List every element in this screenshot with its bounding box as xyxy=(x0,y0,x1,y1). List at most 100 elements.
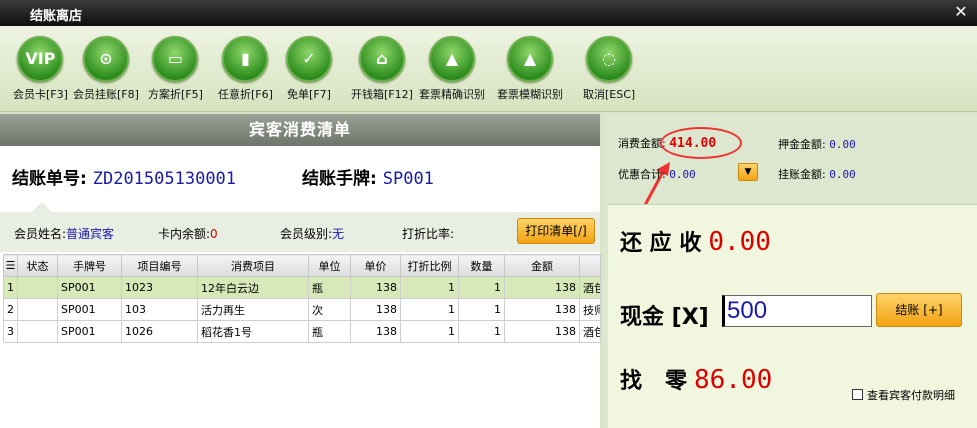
toolbar-label: 套票模糊识别 xyxy=(497,88,563,101)
column-header[interactable]: 消费项目 xyxy=(197,254,309,277)
window-title: 结账离店 xyxy=(30,9,83,24)
table-row[interactable]: 2SP001103活力再生次13811138技师 xyxy=(3,298,601,321)
cash-label: 现金 [X] xyxy=(620,299,709,331)
toolbar-label: 方案折[F5] xyxy=(148,88,203,101)
deposit-amount-value: 0.00 xyxy=(829,138,856,151)
payment-panel: 消费金额: 414.00 押金金额: 0.00 优惠合计: 0.00 ▼ 挂账金… xyxy=(604,114,977,428)
amount-due-value: 0.00 xyxy=(708,227,771,257)
column-header[interactable] xyxy=(579,254,601,277)
discount-total: 优惠合计: 0.00 xyxy=(618,166,696,182)
change-label: 找 零 xyxy=(620,369,687,394)
tag-number: 结账手牌: SP001 xyxy=(302,164,434,189)
column-header[interactable]: ☰ xyxy=(3,254,18,277)
plan-discount-icon: ▭ xyxy=(152,36,199,82)
toolbar-ticket-fuzzy-button[interactable]: ▲ 套票模糊识别 xyxy=(497,36,563,102)
toolbar-ticket-exact-button[interactable]: ▲ 套票精确识别 xyxy=(419,36,485,102)
table-cell: 1 xyxy=(458,298,505,321)
table-cell: 2 xyxy=(3,298,18,321)
credit-amount-label: 挂账金额: xyxy=(778,168,826,181)
ticket-exact-icon: ▲ xyxy=(429,36,475,82)
column-header[interactable]: 手牌号 xyxy=(57,254,122,277)
print-list-button[interactable]: 打印清单[/] xyxy=(517,218,595,244)
table-row[interactable]: 1SP001102312年白云边瓶13811138酒包 xyxy=(3,276,601,299)
column-header[interactable]: 单价 xyxy=(350,254,401,277)
table-cell: 138 xyxy=(504,276,580,299)
bill-number: 结账单号: ZD201505130001 xyxy=(12,164,236,189)
deposit-amount: 押金金额: 0.00 xyxy=(778,136,856,152)
close-icon[interactable]: ✕ xyxy=(951,3,971,21)
settlement-area: 还 应 收 0.00 现金 [X] 500 结账 [+] 找 零 86.00 查… xyxy=(608,204,977,428)
table-cell: 1026 xyxy=(121,320,198,343)
ticket-fuzzy-icon: ▲ xyxy=(507,36,553,82)
toolbar-free-order-button[interactable]: ✓ 免单[F7] xyxy=(286,36,332,102)
column-header[interactable]: 打折比例 xyxy=(400,254,459,277)
table-cell: SP001 xyxy=(57,276,122,299)
bill-number-label: 结账单号: xyxy=(12,169,87,189)
table-cell: 1 xyxy=(3,276,18,299)
guest-name-value: 普通宾客 xyxy=(66,227,115,241)
amount-due: 还 应 收 0.00 xyxy=(620,225,771,257)
table-cell: 12年白云边 xyxy=(197,276,309,299)
discount-dropdown-button[interactable]: ▼ xyxy=(738,163,758,181)
cash-input[interactable]: 500 xyxy=(722,295,872,327)
deposit-amount-label: 押金金额: xyxy=(778,138,826,151)
credit-amount-value: 0.00 xyxy=(829,168,856,181)
toolbar-cancel-button[interactable]: ◌ 取消[ESC] xyxy=(583,36,635,102)
table-cell: 138 xyxy=(350,298,401,321)
toolbar-open-cashbox-button[interactable]: ⌂ 开钱箱[F12] xyxy=(351,36,413,102)
table-cell: 瓶 xyxy=(308,320,351,343)
payment-detail-label: 查看宾客付款明细 xyxy=(867,389,955,402)
toolbar-any-discount-button[interactable]: ▮ 任意折[F6] xyxy=(218,36,273,102)
toolbar-label: 会员挂账[F8] xyxy=(73,88,139,101)
card-balance-value: 0 xyxy=(210,227,218,241)
guest-name-label: 会员姓名: xyxy=(14,227,67,241)
tag-number-label: 结账手牌: xyxy=(302,169,377,189)
checkbox-icon[interactable] xyxy=(852,389,863,400)
table-cell: 1 xyxy=(400,276,459,299)
table-cell: 1 xyxy=(458,276,505,299)
toolbar-label: 开钱箱[F12] xyxy=(351,88,413,101)
toolbar-plan-discount-button[interactable]: ▭ 方案折[F5] xyxy=(148,36,203,102)
change-value: 86.00 xyxy=(693,365,773,395)
consumption-table: ☰ 状态 手牌号 项目编号 消费项目 单位 单价 打折比例 数量 金额 1 SP001 1023 12年… xyxy=(3,254,601,343)
toolbar-label: 免单[F7] xyxy=(287,88,331,101)
title-bar: 结账离店 ✕ xyxy=(0,0,977,26)
table-cell xyxy=(17,276,58,299)
column-header[interactable]: 数量 xyxy=(458,254,505,277)
settle-button[interactable]: 结账 [+] xyxy=(876,293,962,327)
column-header[interactable]: 项目编号 xyxy=(121,254,198,277)
card-balance-label: 卡内余额: xyxy=(158,227,211,241)
toolbar-vip-card-button[interactable]: VIP 会员卡[F3] xyxy=(13,36,68,102)
table-cell: 酒包 xyxy=(579,276,601,299)
toolbar-label: 取消[ESC] xyxy=(583,88,636,101)
list-header: 宾客消费清单 xyxy=(0,114,600,146)
free-order-icon: ✓ xyxy=(286,36,332,82)
discount-total-label: 优惠合计: xyxy=(618,168,666,181)
bill-number-value: ZD201505130001 xyxy=(92,169,237,189)
column-header[interactable]: 金额 xyxy=(504,254,580,277)
table-cell: 3 xyxy=(3,320,18,343)
table-cell: 酒包 xyxy=(579,320,601,343)
guest-name: 会员姓名:普通宾客 xyxy=(14,225,114,242)
table-cell: 138 xyxy=(504,320,580,343)
member-level-label: 会员级别: xyxy=(280,227,333,241)
column-header[interactable]: 状态 xyxy=(17,254,58,277)
table-row[interactable]: 3SP0011026稻花香1号瓶13811138酒包 xyxy=(3,320,601,343)
discount-rate-label: 打折比率: xyxy=(402,227,455,241)
amount-due-label: 还 应 收 xyxy=(620,231,702,256)
credit-amount: 挂账金额: 0.00 xyxy=(778,166,856,182)
toolbar-label: 会员卡[F3] xyxy=(13,88,68,101)
toolbar-member-charge-button[interactable]: ⊙ 会员挂账[F8] xyxy=(73,36,139,102)
table-cell: SP001 xyxy=(57,298,122,321)
table-cell: 活力再生 xyxy=(197,298,309,321)
consumption-list-panel: 宾客消费清单 结账单号: ZD201505130001 结账手牌: SP001 … xyxy=(0,114,601,428)
chevron-down-icon: ▼ xyxy=(744,167,752,177)
column-header[interactable]: 单位 xyxy=(308,254,351,277)
table-cell: 瓶 xyxy=(308,276,351,299)
toolbar-label: 套票精确识别 xyxy=(419,88,485,101)
toolbar: VIP 会员卡[F3] ⊙ 会员挂账[F8] ▭ 方案折[F5] ▮ 任意折[F6] ✓ 免单[F… xyxy=(0,26,977,112)
table-header-row: ☰ 状态 手牌号 项目编号 消费项目 单位 单价 打折比例 数量 金额 xyxy=(3,254,601,277)
table-cell: 138 xyxy=(350,276,401,299)
payment-detail-checkbox[interactable]: 查看宾客付款明细 xyxy=(852,387,955,403)
highlight-ellipse xyxy=(660,127,742,159)
